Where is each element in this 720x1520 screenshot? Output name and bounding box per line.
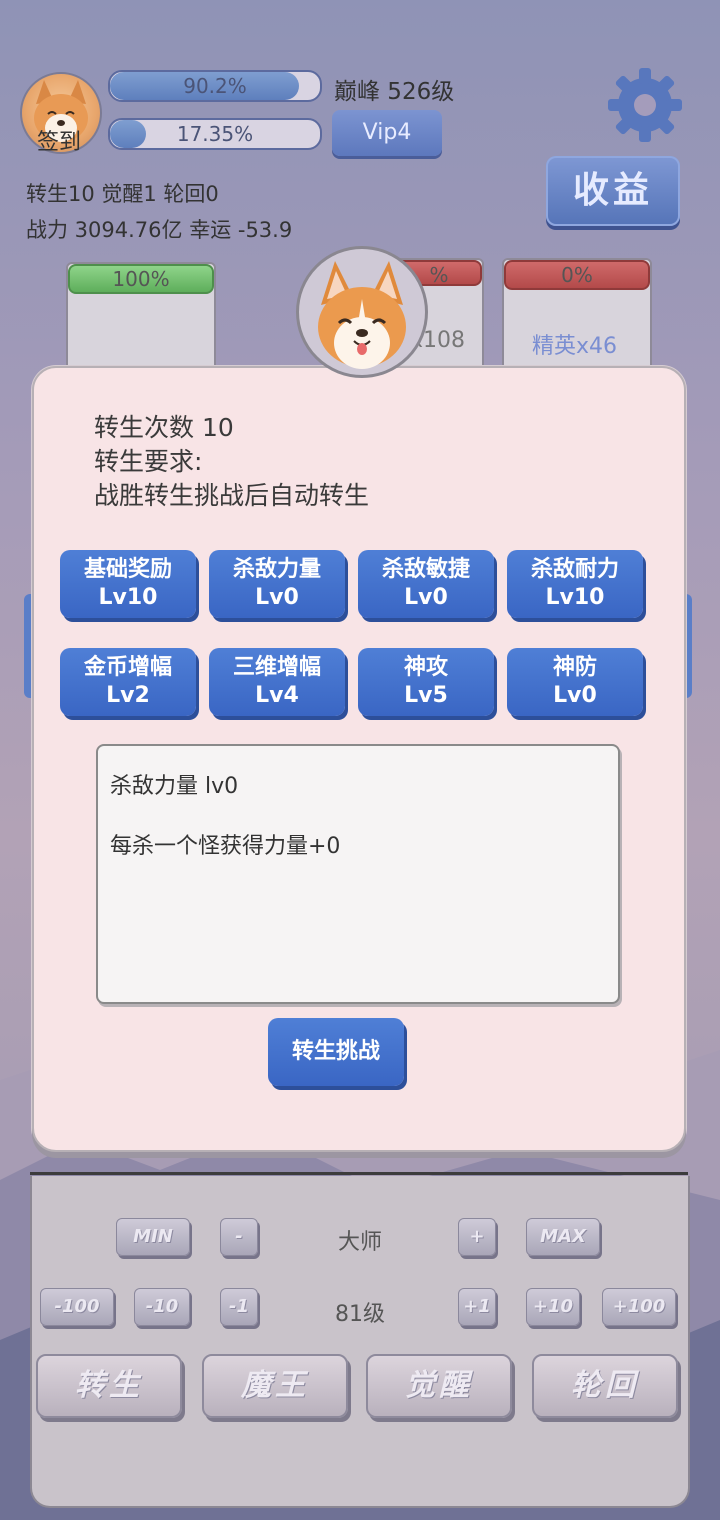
minus-10-button[interactable]: -10 bbox=[134, 1288, 190, 1326]
plus-button[interactable]: + bbox=[458, 1218, 496, 1256]
plus-1-button[interactable]: +1 bbox=[458, 1288, 496, 1326]
rebirth-count-text: 转生次数 10 bbox=[94, 413, 234, 442]
skill-name: 三维增幅 bbox=[232, 655, 321, 680]
center-avatar bbox=[296, 246, 428, 378]
tab-rebirth[interactable]: 转生 bbox=[36, 1354, 182, 1418]
checkin-label[interactable]: 签到 bbox=[20, 124, 98, 156]
card-1-bar: 100% bbox=[68, 264, 214, 294]
secondary-progress-bar: 17.35% bbox=[108, 118, 322, 150]
skill-button-kill-strength[interactable]: 杀敌力量 Lv0 bbox=[209, 550, 345, 618]
requirement-text: 战胜转生挑战后自动转生 bbox=[94, 481, 370, 510]
skill-level: Lv10 bbox=[545, 585, 605, 610]
difficulty-label: 大师 bbox=[337, 1230, 382, 1255]
stats-power-line: 战力 3094.76亿 幸运 -53.9 bbox=[26, 218, 293, 242]
minus-button[interactable]: - bbox=[220, 1218, 258, 1256]
tab-awaken[interactable]: 觉醒 bbox=[366, 1354, 512, 1418]
exp-percent-text: 90.2% bbox=[183, 74, 247, 98]
skill-button-divine-defense[interactable]: 神防 Lv0 bbox=[507, 648, 643, 716]
min-button[interactable]: MIN bbox=[116, 1218, 190, 1256]
rebirth-challenge-button[interactable]: 转生挑战 bbox=[268, 1018, 404, 1086]
minus-1-button[interactable]: -1 bbox=[220, 1288, 258, 1326]
desc-body: 每杀一个怪获得力量+0 bbox=[110, 834, 341, 859]
skill-level: Lv4 bbox=[255, 683, 299, 708]
stage-card-1[interactable]: 100% bbox=[66, 262, 216, 376]
skill-level: Lv5 bbox=[404, 683, 448, 708]
skill-name: 基础奖励 bbox=[83, 557, 172, 582]
max-button[interactable]: MAX bbox=[526, 1218, 600, 1256]
skill-name: 神攻 bbox=[403, 655, 448, 680]
skill-button-kill-agility[interactable]: 杀敌敏捷 Lv0 bbox=[358, 550, 494, 618]
skill-level: Lv10 bbox=[98, 585, 158, 610]
income-button[interactable]: 收益 bbox=[546, 156, 680, 226]
stage-card-3[interactable]: 0% 精英x46 bbox=[502, 258, 652, 372]
skill-button-stats-boost[interactable]: 三维增幅 Lv4 bbox=[209, 648, 345, 716]
minus-100-button[interactable]: -100 bbox=[40, 1288, 114, 1326]
divider bbox=[30, 1172, 688, 1175]
skill-name: 杀敌敏捷 bbox=[381, 557, 470, 582]
peak-level-text: 巅峰 526级 bbox=[334, 79, 455, 105]
skill-name: 杀敌力量 bbox=[232, 557, 321, 582]
skill-button-base-reward[interactable]: 基础奖励 Lv10 bbox=[60, 550, 196, 618]
tab-reincarnation[interactable]: 轮回 bbox=[532, 1354, 678, 1418]
skill-level: Lv2 bbox=[106, 683, 150, 708]
skill-button-kill-stamina[interactable]: 杀敌耐力 Lv10 bbox=[507, 550, 643, 618]
card-3-bar: 0% bbox=[504, 260, 650, 290]
card-3-label: 精英x46 bbox=[532, 334, 618, 359]
skill-name: 金币增幅 bbox=[83, 655, 172, 680]
requirement-title: 转生要求: bbox=[94, 447, 203, 476]
plus-100-button[interactable]: +100 bbox=[602, 1288, 676, 1326]
skill-level: Lv0 bbox=[404, 585, 448, 610]
skill-level: Lv0 bbox=[255, 585, 299, 610]
corgi-icon bbox=[318, 261, 406, 369]
skill-level: Lv0 bbox=[553, 683, 597, 708]
plus-10-button[interactable]: +10 bbox=[526, 1288, 580, 1326]
vip-button[interactable]: Vip4 bbox=[332, 110, 442, 156]
skill-button-divine-attack[interactable]: 神攻 Lv5 bbox=[358, 648, 494, 716]
tab-demon-king[interactable]: 魔王 bbox=[202, 1354, 348, 1418]
desc-title: 杀敌力量 lv0 bbox=[110, 774, 239, 799]
exp-progress-bar: 90.2% bbox=[108, 70, 322, 102]
skill-name: 杀敌耐力 bbox=[530, 557, 619, 582]
skill-button-gold-boost[interactable]: 金币增幅 Lv2 bbox=[60, 648, 196, 716]
stats-rebirth-line: 转生10 觉醒1 轮回0 bbox=[26, 182, 219, 206]
secondary-percent-text: 17.35% bbox=[176, 122, 254, 146]
gear-icon[interactable] bbox=[606, 66, 684, 144]
skill-description-box: 杀敌力量 lv0 每杀一个怪获得力量+0 bbox=[96, 744, 620, 1004]
skill-name: 神防 bbox=[552, 655, 597, 680]
level-label: 81级 bbox=[335, 1302, 385, 1327]
